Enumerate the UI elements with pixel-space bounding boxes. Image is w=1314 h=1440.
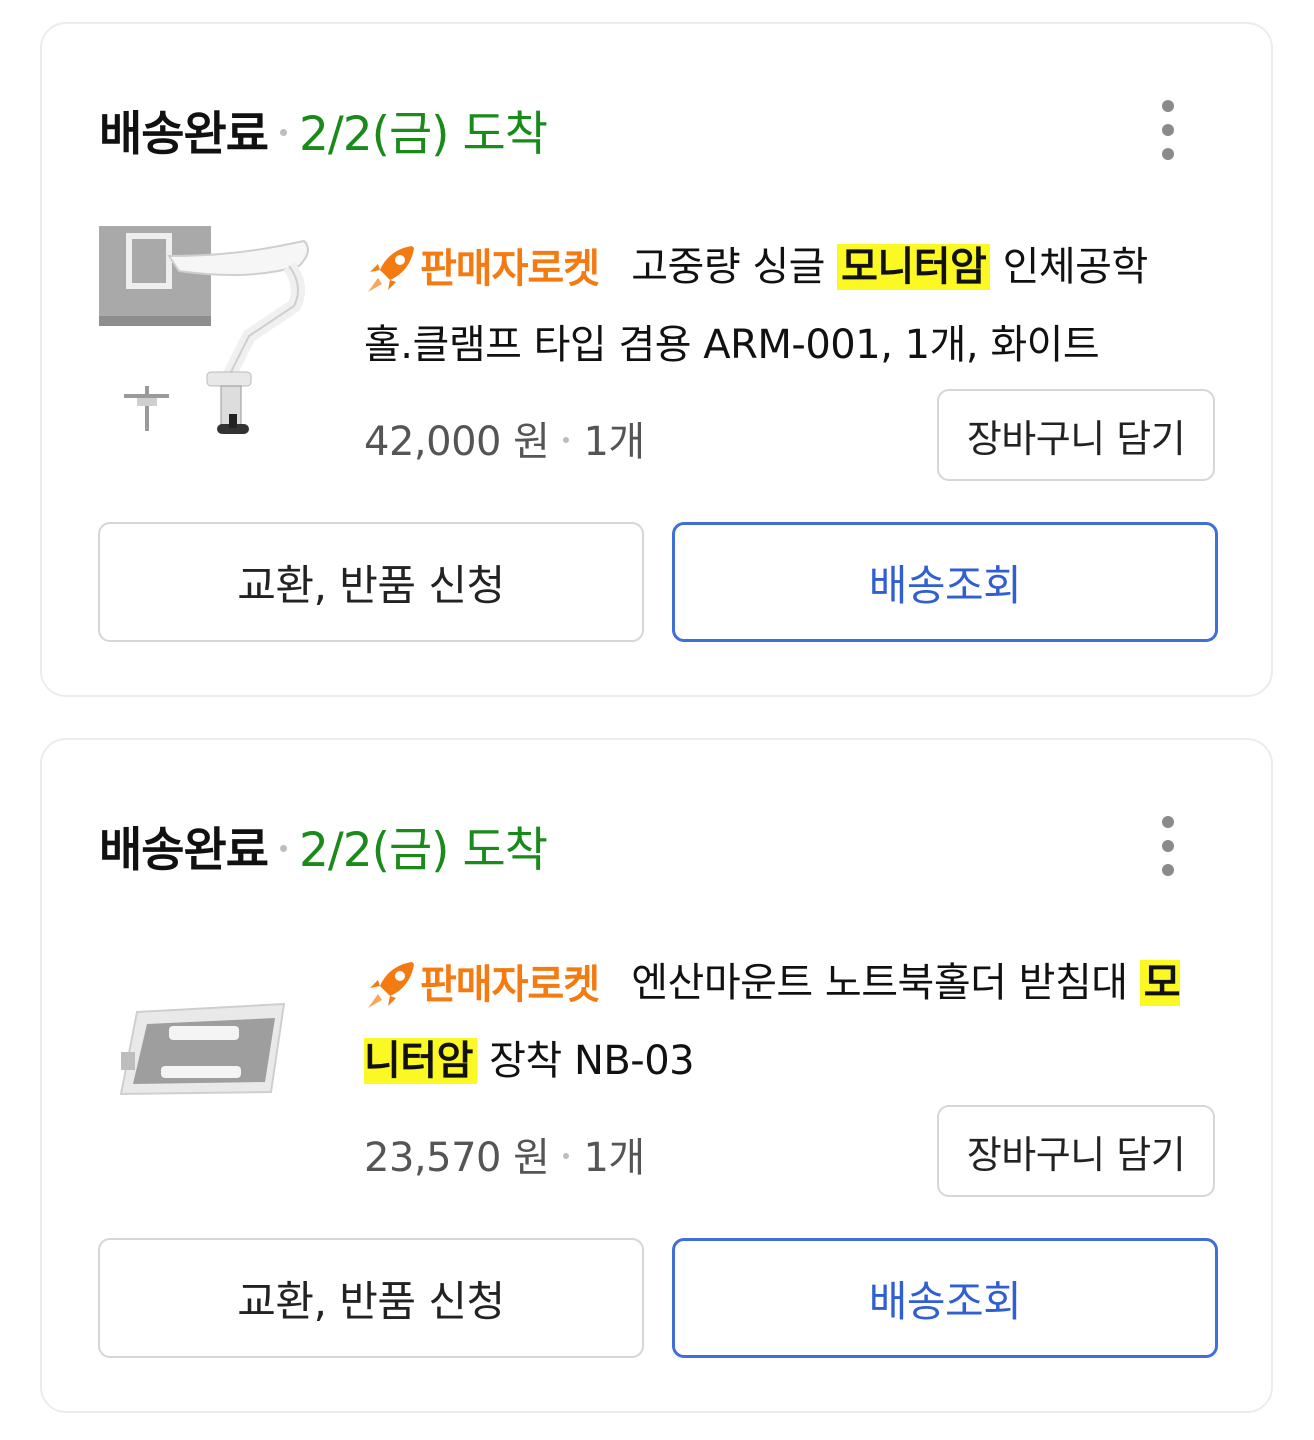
quantity: 1개 [583, 419, 645, 465]
title-text: 고중량 싱글 [631, 244, 825, 290]
title-text: 엔산마운트 노트북홀더 받침대 [631, 960, 1128, 1006]
order-card: 배송완료 2/2(금) 도착 판매자로켓 고중량 싱글 모니터암 인체공학 홀.… [40, 22, 1273, 697]
exchange-return-button[interactable]: 교환, 반품 신청 [98, 1238, 644, 1358]
monitor-arm-product-image[interactable] [99, 226, 314, 444]
track-delivery-button[interactable]: 배송조회 [672, 522, 1218, 642]
delivery-status-row: 배송완료 2/2(금) 도착 [99, 94, 548, 164]
arrival-date: 2/2(금) 도착 [298, 822, 548, 878]
more-options-icon[interactable] [1153, 100, 1183, 160]
add-to-cart-button[interactable]: 장바구니 담기 [937, 1105, 1215, 1197]
separator-dot [279, 844, 287, 852]
track-delivery-button[interactable]: 배송조회 [672, 1238, 1218, 1358]
more-options-icon[interactable] [1153, 816, 1183, 876]
product-info: 판매자로켓 엔산마운트 노트북홀더 받침대 모니터암 장착 NB-03 [364, 945, 1204, 1099]
product-info: 판매자로켓 고중량 싱글 모니터암 인체공학 홀.클램프 타입 겸용 ARM-0… [364, 229, 1204, 383]
add-to-cart-button[interactable]: 장바구니 담기 [937, 389, 1215, 481]
highlight-keyword: 모니터암 [837, 244, 991, 290]
rocket-icon [368, 246, 414, 292]
title-text: 장착 NB-03 [489, 1038, 695, 1084]
exchange-return-button[interactable]: 교환, 반품 신청 [98, 522, 644, 642]
price: 42,000 원 [364, 419, 550, 465]
product-title[interactable]: 판매자로켓 고중량 싱글 모니터암 인체공학 홀.클램프 타입 겸용 ARM-0… [364, 229, 1204, 383]
laptop-tray-product-image[interactable] [99, 942, 314, 1160]
arrival-date: 2/2(금) 도착 [298, 106, 548, 162]
product-title[interactable]: 판매자로켓 엔산마운트 노트북홀더 받침대 모니터암 장착 NB-03 [364, 945, 1204, 1099]
separator-dot [563, 1153, 570, 1159]
price-row: 42,000 원 1개 [364, 409, 645, 467]
badge-label: 판매자로켓 [420, 246, 600, 292]
quantity: 1개 [583, 1135, 645, 1181]
separator-dot [563, 437, 570, 443]
delivery-status: 배송완료 [99, 822, 269, 878]
price-row: 23,570 원 1개 [364, 1125, 645, 1183]
seller-rocket-badge: 판매자로켓 [364, 231, 600, 307]
delivery-status-row: 배송완료 2/2(금) 도착 [99, 810, 548, 880]
delivery-status: 배송완료 [99, 106, 269, 162]
rocket-icon [368, 962, 414, 1008]
badge-label: 판매자로켓 [420, 962, 600, 1008]
order-card: 배송완료 2/2(금) 도착 판매자로켓 엔산마운트 노트북홀더 받침대 모니터… [40, 738, 1273, 1413]
seller-rocket-badge: 판매자로켓 [364, 947, 600, 1023]
price: 23,570 원 [364, 1135, 550, 1181]
separator-dot [279, 128, 287, 136]
